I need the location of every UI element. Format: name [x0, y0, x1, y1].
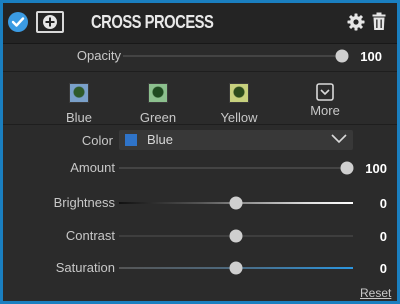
chevron-down-box-icon: [316, 83, 334, 101]
amount-value: 100: [365, 161, 387, 176]
reset-link[interactable]: Reset: [360, 286, 391, 300]
preset-green[interactable]: Green: [128, 83, 188, 125]
preset-label: Yellow: [220, 110, 258, 125]
checkmark-icon: [11, 17, 25, 27]
brightness-slider-handle[interactable]: [229, 196, 243, 210]
opacity-value: 100: [360, 49, 382, 64]
saturation-label: Saturation: [55, 260, 115, 275]
preset-label: Green: [139, 110, 177, 125]
tree-thumbnail-icon: [148, 83, 168, 103]
divider: [3, 71, 397, 72]
preset-label: More: [310, 103, 340, 118]
saturation-value: 0: [379, 261, 387, 276]
amount-slider-track[interactable]: [119, 167, 351, 169]
color-select[interactable]: Blue: [119, 130, 353, 150]
amount-label: Amount: [70, 160, 115, 175]
enable-checkbox[interactable]: [8, 12, 28, 32]
tree-thumbnail-icon: [69, 83, 89, 103]
trash-icon: [372, 12, 386, 30]
brightness-label: Brightness: [53, 195, 115, 210]
plus-circle-icon: [43, 15, 57, 29]
tree-thumbnail-icon: [229, 83, 249, 103]
amount-slider-handle[interactable]: [340, 161, 354, 175]
settings-button[interactable]: [347, 13, 365, 36]
saturation-slider-handle[interactable]: [229, 261, 243, 275]
divider: [3, 124, 397, 125]
filter-title: CROSS PROCESS: [91, 12, 214, 32]
opacity-label: Opacity: [76, 48, 121, 63]
preset-yellow[interactable]: Yellow: [209, 83, 269, 125]
color-swatch: [125, 134, 137, 146]
contrast-slider-handle[interactable]: [229, 229, 243, 243]
opacity-slider-track[interactable]: [123, 55, 345, 57]
preset-more[interactable]: More: [295, 83, 355, 118]
color-label: Color: [81, 133, 113, 148]
preset-label: Blue: [65, 110, 93, 125]
add-filter-button[interactable]: [36, 11, 64, 33]
filter-panel: CROSS PROCESS Opacity 100 Blue Green Yel…: [0, 0, 400, 304]
delete-button[interactable]: [372, 12, 386, 36]
chevron-down-icon: [331, 134, 347, 144]
brightness-value: 0: [379, 196, 387, 211]
color-select-value: Blue: [147, 132, 174, 147]
contrast-value: 0: [379, 229, 387, 244]
contrast-label: Contrast: [65, 228, 115, 243]
opacity-slider-handle[interactable]: [335, 49, 349, 63]
gear-icon: [347, 13, 365, 31]
preset-blue[interactable]: Blue: [49, 83, 109, 125]
filter-header: CROSS PROCESS: [3, 3, 397, 44]
